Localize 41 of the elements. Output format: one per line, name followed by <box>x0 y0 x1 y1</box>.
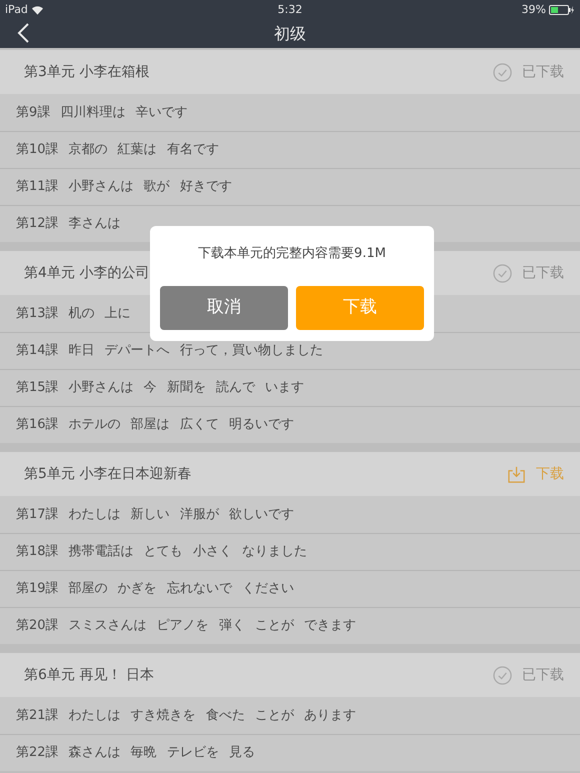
lesson-number: 第13課 <box>16 304 59 323</box>
unit-title: 第5单元 小李在日本迎新春 <box>24 464 192 484</box>
download-status: 已下载 <box>522 264 564 282</box>
lesson-title: 部屋の かぎを 忘れないで ください <box>68 580 294 598</box>
lesson-number: 第20課 <box>16 617 59 636</box>
lesson-title: 四川料理は 辛いです <box>60 104 188 122</box>
lesson-title: 机の 上に <box>68 304 131 323</box>
lesson-title: 昨日 デパートへ 行って，買い物しました <box>68 342 323 360</box>
lesson-title: 李さんは <box>68 215 121 234</box>
lesson-number: 第22課 <box>16 744 59 762</box>
lesson-number: 第19課 <box>16 580 59 598</box>
lesson-title: 携帯電話は とても 小さく なりました <box>68 543 307 562</box>
lesson-title: わたしは 新しい 洋服が 欲しいです <box>68 506 294 524</box>
download-status: 已下载 <box>522 62 564 82</box>
lesson-title: 森さんは 毎晩 テレビを 見る <box>68 744 255 762</box>
device-name: iPad <box>5 2 28 18</box>
unit-title: 第3单元 小李在箱根 <box>24 62 150 82</box>
unit-title: 第4单元 小李的公司 <box>24 264 150 282</box>
lesson-title: 小野さんは 今 新聞を 読んで います <box>68 379 304 398</box>
lesson-title: わたしは すき焼きを 食べた ことが あります <box>68 706 356 725</box>
lesson-title: ホテルの 部屋は 広くて 明るいです <box>68 416 294 434</box>
lesson-title: 小野さんは 歌が 好きです <box>68 178 232 196</box>
lesson-title: 京都の 紅葉は 有名です <box>68 141 219 160</box>
lesson-number: 第15課 <box>16 379 59 398</box>
download-status: 下载 <box>536 464 564 484</box>
lesson-number: 第17課 <box>16 506 59 524</box>
lesson-title: スミスさんは ピアノを 弾く ことが できます <box>68 617 356 636</box>
lesson-number: 第12課 <box>16 215 59 234</box>
lesson-number: 第11課 <box>16 178 59 196</box>
lesson-number: 第9課 <box>16 104 50 122</box>
lesson-number: 第18課 <box>16 543 59 562</box>
battery-percent: 39% <box>522 2 546 18</box>
page-title: 初级 <box>274 23 306 45</box>
status-time: 5:32 <box>278 2 302 18</box>
lesson-number: 第16課 <box>16 416 59 434</box>
lesson-number: 第14課 <box>16 342 59 360</box>
dialog-message: 下载本单元的完整内容需要9.1M <box>198 245 386 263</box>
lesson-number: 第21課 <box>16 706 59 725</box>
unit-title: 第6单元 再见！ 日本 <box>24 666 154 684</box>
lesson-number: 第10課 <box>16 141 59 160</box>
download-status: 已下载 <box>522 666 564 684</box>
